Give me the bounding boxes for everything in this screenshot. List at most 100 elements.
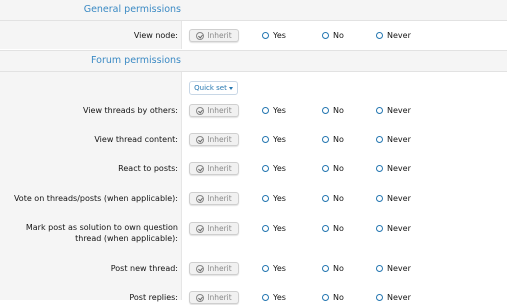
yes-label: Yes bbox=[273, 31, 286, 40]
check-circle-icon bbox=[196, 31, 205, 40]
radio-icon bbox=[322, 265, 329, 272]
inherit-label: Inherit bbox=[207, 194, 232, 203]
inherit-button[interactable]: Inherit bbox=[189, 133, 239, 146]
never-label: Never bbox=[387, 293, 411, 302]
never-label: Never bbox=[387, 264, 411, 273]
radio-icon bbox=[262, 136, 269, 143]
yes-radio[interactable]: Yes bbox=[262, 135, 286, 144]
permission-label: View node: bbox=[133, 31, 178, 40]
yes-radio[interactable]: Yes bbox=[262, 194, 286, 203]
forum-permissions-title: Forum permissions bbox=[91, 55, 181, 66]
no-label: No bbox=[333, 293, 344, 302]
yes-label: Yes bbox=[273, 164, 286, 173]
check-circle-icon bbox=[196, 164, 205, 173]
no-label: No bbox=[333, 164, 344, 173]
check-circle-icon bbox=[196, 194, 205, 203]
radio-icon bbox=[322, 107, 329, 114]
permission-label: React to posts: bbox=[118, 164, 178, 173]
no-radio[interactable]: No bbox=[322, 293, 344, 302]
yes-radio[interactable]: Yes bbox=[262, 293, 286, 302]
permission-row-view-thread-content: View thread content: Inherit Yes No Neve… bbox=[0, 133, 507, 147]
never-radio[interactable]: Never bbox=[376, 135, 411, 144]
yes-radio[interactable]: Yes bbox=[262, 164, 286, 173]
no-label: No bbox=[333, 106, 344, 115]
yes-label: Yes bbox=[273, 135, 286, 144]
never-radio[interactable]: Never bbox=[376, 31, 411, 40]
check-circle-icon bbox=[196, 224, 205, 233]
no-label: No bbox=[333, 31, 344, 40]
quick-set-button[interactable]: Quick set bbox=[189, 81, 238, 95]
yes-label: Yes bbox=[273, 224, 286, 233]
inherit-label: Inherit bbox=[207, 224, 232, 233]
inherit-button[interactable]: Inherit bbox=[189, 104, 239, 117]
permission-row-post-new-thread: Post new thread: Inherit Yes No Never bbox=[0, 262, 507, 276]
radio-icon bbox=[322, 136, 329, 143]
permission-row-view-threads-by-others: View threads by others: Inherit Yes No N… bbox=[0, 104, 507, 118]
yes-radio[interactable]: Yes bbox=[262, 106, 286, 115]
radio-icon bbox=[262, 32, 269, 39]
permission-label: Vote on threads/posts (when applicable): bbox=[13, 194, 178, 203]
never-label: Never bbox=[387, 106, 411, 115]
permission-row-react-to-posts: React to posts: Inherit Yes No Never bbox=[0, 162, 507, 176]
no-label: No bbox=[333, 264, 344, 273]
radio-icon bbox=[322, 195, 329, 202]
inherit-label: Inherit bbox=[207, 106, 232, 115]
inherit-label: Inherit bbox=[207, 164, 232, 173]
radio-icon bbox=[262, 107, 269, 114]
no-radio[interactable]: No bbox=[322, 194, 344, 203]
no-radio[interactable]: No bbox=[322, 106, 344, 115]
permission-row-view-node: View node: Inherit Yes No Never bbox=[0, 29, 507, 43]
inherit-button[interactable]: Inherit bbox=[189, 192, 239, 205]
radio-icon bbox=[376, 225, 383, 232]
permission-label: Mark post as solution to own question th… bbox=[25, 223, 178, 243]
inherit-button[interactable]: Inherit bbox=[189, 29, 239, 42]
general-permissions-title: General permissions bbox=[83, 4, 181, 15]
no-radio[interactable]: No bbox=[322, 224, 344, 233]
no-radio[interactable]: No bbox=[322, 31, 344, 40]
inherit-label: Inherit bbox=[207, 293, 232, 302]
yes-radio[interactable]: Yes bbox=[262, 31, 286, 40]
permission-label: View threads by others: bbox=[83, 106, 178, 115]
never-label: Never bbox=[387, 224, 411, 233]
yes-label: Yes bbox=[273, 264, 286, 273]
radio-icon bbox=[376, 265, 383, 272]
permission-label: Post replies: bbox=[129, 293, 178, 302]
caret-down-icon bbox=[228, 86, 233, 90]
radio-icon bbox=[322, 165, 329, 172]
radio-icon bbox=[376, 32, 383, 39]
no-radio[interactable]: No bbox=[322, 164, 344, 173]
inherit-button[interactable]: Inherit bbox=[189, 222, 239, 235]
check-circle-icon bbox=[196, 264, 205, 273]
check-circle-icon bbox=[196, 293, 205, 302]
inherit-button[interactable]: Inherit bbox=[189, 291, 239, 304]
no-radio[interactable]: No bbox=[322, 135, 344, 144]
no-label: No bbox=[333, 224, 344, 233]
yes-label: Yes bbox=[273, 106, 286, 115]
yes-radio[interactable]: Yes bbox=[262, 224, 286, 233]
permission-row-vote-on-threads: Vote on threads/posts (when applicable):… bbox=[0, 192, 507, 206]
permission-row-mark-solution: Mark post as solution to own question th… bbox=[0, 222, 507, 244]
inherit-label: Inherit bbox=[207, 135, 232, 144]
quick-set-label: Quick set bbox=[194, 84, 227, 92]
never-radio[interactable]: Never bbox=[376, 264, 411, 273]
radio-icon bbox=[376, 195, 383, 202]
never-radio[interactable]: Never bbox=[376, 224, 411, 233]
inherit-button[interactable]: Inherit bbox=[189, 162, 239, 175]
never-radio[interactable]: Never bbox=[376, 106, 411, 115]
never-radio[interactable]: Never bbox=[376, 194, 411, 203]
inherit-label: Inherit bbox=[207, 31, 232, 40]
radio-icon bbox=[262, 225, 269, 232]
check-circle-icon bbox=[196, 135, 205, 144]
inherit-label: Inherit bbox=[207, 264, 232, 273]
yes-radio[interactable]: Yes bbox=[262, 264, 286, 273]
never-radio[interactable]: Never bbox=[376, 164, 411, 173]
permission-label: Post new thread: bbox=[110, 264, 178, 273]
forum-permissions-header: Forum permissions bbox=[0, 50, 507, 72]
never-radio[interactable]: Never bbox=[376, 293, 411, 302]
inherit-button[interactable]: Inherit bbox=[189, 262, 239, 275]
no-radio[interactable]: No bbox=[322, 264, 344, 273]
never-label: Never bbox=[387, 164, 411, 173]
never-label: Never bbox=[387, 194, 411, 203]
radio-icon bbox=[376, 136, 383, 143]
no-label: No bbox=[333, 194, 344, 203]
